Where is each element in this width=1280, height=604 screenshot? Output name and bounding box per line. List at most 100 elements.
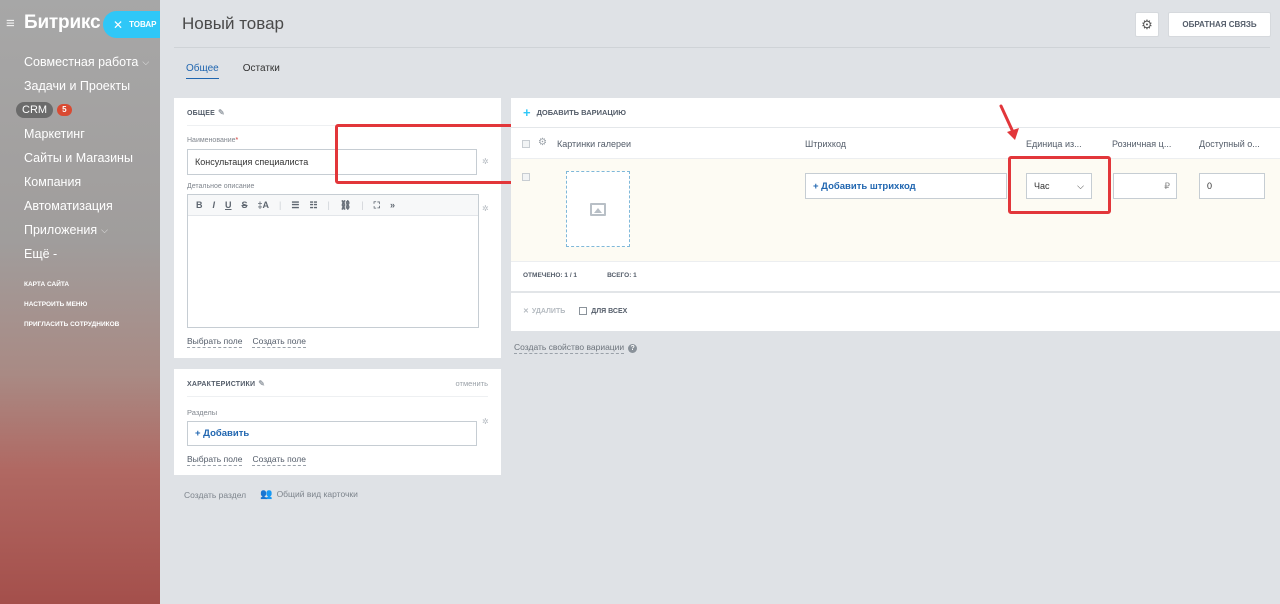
sidebar-item-apps[interactable]: Приложения ⌵ bbox=[24, 218, 149, 242]
sidebar-item-marketing[interactable]: Маркетинг bbox=[24, 122, 149, 146]
product-slider: Новый товар ⚙ ОБРАТНАЯ СВЯЗЬ Общее Остат… bbox=[160, 0, 1280, 604]
link-button[interactable]: ⛓ bbox=[340, 200, 351, 211]
editor-toolbar: B I U S ‡A | ☰ ☷ | ⛓ | ⛶ » bbox=[188, 195, 478, 216]
close-icon[interactable]: ✕ bbox=[113, 18, 123, 32]
characteristics-card: ХАРАКТЕРИСТИКИ ✎ отменить Разделы + Добав… bbox=[174, 369, 501, 475]
name-label-text: Наименование bbox=[187, 137, 236, 144]
settings-button[interactable]: ⚙ bbox=[1135, 12, 1159, 37]
sidebar-item-label: Компания bbox=[24, 175, 82, 189]
delete-label: УДАЛИТЬ bbox=[531, 307, 566, 315]
delete-button[interactable]: ✕ УДАЛИТЬ bbox=[523, 307, 566, 316]
sidebar-item-label: Автоматизация bbox=[24, 199, 113, 213]
help-icon[interactable]: ? bbox=[628, 343, 638, 353]
bottom-links: Создать раздел 👥 Общий вид карточки bbox=[184, 489, 358, 500]
underline-button[interactable]: U bbox=[225, 200, 232, 210]
general-field-links: Выбрать поле Создать поле bbox=[187, 336, 306, 348]
strike-button[interactable]: S bbox=[242, 200, 248, 210]
invite-employees-link[interactable]: ПРИГЛАСИТЬ СОТРУДНИКОВ bbox=[24, 318, 119, 338]
row-checkbox[interactable] bbox=[522, 173, 530, 181]
annotation-arrow-icon bbox=[999, 104, 1019, 140]
gallery-dropzone[interactable] bbox=[566, 171, 630, 247]
available-input[interactable]: 0 bbox=[1199, 173, 1265, 199]
sidebar-item-collaboration[interactable]: Совместная работа ⌵ bbox=[24, 50, 149, 74]
left-sidebar: ≡ Битрикс 2 ✕ ТОВАР Совместная работа⌵ З… bbox=[0, 0, 161, 604]
table-row: + Добавить штрихкод Час ⌵ ₽ 0 bbox=[511, 159, 1280, 262]
toolbar-separator: | bbox=[279, 200, 282, 210]
cancel-link[interactable]: отменить bbox=[456, 379, 488, 388]
menu-burger-icon[interactable]: ≡ bbox=[6, 15, 20, 32]
create-variation-property-link[interactable]: Создать свойство вариации ? bbox=[514, 342, 638, 354]
sitemap-link[interactable]: КАРТА САЙТА bbox=[24, 278, 119, 298]
characteristics-title: ХАРАКТЕРИСТИКИ bbox=[187, 381, 256, 388]
characteristics-heading: ХАРАКТЕРИСТИКИ ✎ bbox=[187, 379, 265, 388]
sidebar-item-label: Маркетинг bbox=[24, 127, 85, 141]
column-unit[interactable]: Единица из... bbox=[1026, 139, 1100, 149]
font-size-button[interactable]: ‡A bbox=[258, 200, 270, 210]
create-field-link[interactable]: Создать поле bbox=[252, 454, 306, 466]
sidebar-item-sites[interactable]: Сайты и Магазины bbox=[24, 146, 149, 170]
variations-grid-header: ⚙ Картинки галереи Штрихкод Единица из..… bbox=[511, 127, 1280, 159]
select-field-link[interactable]: Выбрать поле bbox=[187, 454, 243, 466]
brand-name: Битрикс bbox=[24, 12, 101, 33]
create-field-link[interactable]: Создать поле bbox=[252, 336, 306, 348]
sidebar-item-company[interactable]: Компания bbox=[24, 170, 149, 194]
card-view-link[interactable]: 👥 Общий вид карточки bbox=[260, 489, 358, 500]
create-section-link[interactable]: Создать раздел bbox=[184, 490, 246, 500]
pencil-icon[interactable]: ✎ bbox=[258, 379, 265, 388]
sidebar-item-label: Совместная работа bbox=[24, 55, 139, 69]
sidebar-item-crm[interactable]: CRM 5 bbox=[16, 98, 149, 122]
sidebar-item-label: Приложения bbox=[24, 223, 98, 237]
divider bbox=[187, 396, 488, 397]
grid-settings-gear-icon[interactable]: ⚙ bbox=[538, 137, 547, 148]
feedback-button[interactable]: ОБРАТНАЯ СВЯЗЬ bbox=[1168, 12, 1271, 37]
add-variation-label: ДОБАВИТЬ ВАРИАЦИЮ bbox=[536, 108, 627, 117]
sidebar-menu: Совместная работа ⌵ Задачи и Проекты CRM 5… bbox=[16, 50, 149, 266]
column-gallery[interactable]: Картинки галереи bbox=[557, 139, 631, 149]
sidebar-item-label: Сайты и Магазины bbox=[24, 151, 133, 165]
crm-counter-badge: 5 bbox=[57, 104, 72, 116]
configure-menu-link[interactable]: НАСТРОИТЬ МЕНЮ bbox=[24, 298, 119, 318]
description-editor[interactable]: B I U S ‡A | ☰ ☷ | ⛓ | ⛶ » bbox=[187, 194, 479, 328]
selected-count: ОТМЕЧЕНО: 1 / 1 bbox=[523, 272, 578, 279]
column-price[interactable]: Розничная ц... bbox=[1112, 139, 1186, 149]
checkbox-box bbox=[579, 307, 588, 315]
bullet-list-button[interactable]: ☷ bbox=[309, 200, 317, 211]
brand[interactable]: ≡ Битрикс 2 bbox=[6, 12, 115, 34]
numbered-list-button[interactable]: ☰ bbox=[291, 200, 299, 211]
sidebar-item-tasks[interactable]: Задачи и Проекты bbox=[24, 74, 149, 98]
variations-card: + ДОБАВИТЬ ВАРИАЦИЮ ⚙ Картинки галереи Ш… bbox=[511, 98, 1280, 331]
people-icon: 👥 bbox=[260, 489, 273, 500]
add-variation-button[interactable]: + ДОБАВИТЬ ВАРИАЦИЮ bbox=[523, 105, 626, 120]
add-section-button[interactable]: + Добавить bbox=[187, 421, 477, 446]
sidebar-item-automation[interactable]: Автоматизация bbox=[24, 194, 149, 218]
bold-button[interactable]: B bbox=[196, 200, 203, 210]
general-card-title: ОБЩЕЕ bbox=[187, 110, 215, 117]
field-settings-gear-icon[interactable]: ✲ bbox=[482, 204, 489, 213]
for-all-checkbox[interactable]: ДЛЯ ВСЕХ bbox=[579, 307, 627, 315]
select-all-checkbox[interactable] bbox=[522, 140, 530, 148]
close-icon: ✕ bbox=[523, 308, 529, 315]
pencil-icon[interactable]: ✎ bbox=[218, 108, 225, 117]
unit-field-highlight bbox=[1008, 156, 1111, 214]
tab-general[interactable]: Общее bbox=[186, 63, 219, 79]
more-button[interactable]: » bbox=[390, 200, 395, 210]
page-title: Новый товар bbox=[182, 14, 284, 33]
general-card-heading: ОБЩЕЕ ✎ bbox=[187, 108, 225, 117]
add-barcode-button[interactable]: + Добавить штрихкод bbox=[805, 173, 1007, 199]
column-available[interactable]: Доступный о... bbox=[1199, 139, 1279, 149]
price-input[interactable]: ₽ bbox=[1113, 173, 1177, 199]
sidebar-item-label: CRM bbox=[16, 102, 54, 118]
grid-footer: ОТМЕЧЕНО: 1 / 1 ВСЕГО: 1 bbox=[523, 272, 637, 279]
fullscreen-button[interactable]: ⛶ bbox=[374, 200, 380, 211]
tabs: Общее Остатки bbox=[186, 63, 280, 79]
column-barcode[interactable]: Штрихкод bbox=[805, 139, 846, 149]
open-slider-tab[interactable]: ✕ ТОВАР bbox=[103, 11, 161, 38]
select-field-link[interactable]: Выбрать поле bbox=[187, 336, 243, 348]
grid-action-bar: ✕ УДАЛИТЬ ДЛЯ ВСЕХ bbox=[523, 307, 627, 315]
sidebar-footer-links: КАРТА САЙТА НАСТРОИТЬ МЕНЮ ПРИГЛАСИТЬ СО… bbox=[24, 278, 119, 338]
tab-stocks[interactable]: Остатки bbox=[243, 63, 280, 79]
field-settings-gear-icon[interactable]: ✲ bbox=[482, 417, 489, 426]
italic-button[interactable]: I bbox=[213, 200, 216, 210]
sidebar-item-more[interactable]: Ещё - bbox=[24, 242, 149, 266]
open-slider-tab-label: ТОВАР bbox=[129, 20, 157, 29]
